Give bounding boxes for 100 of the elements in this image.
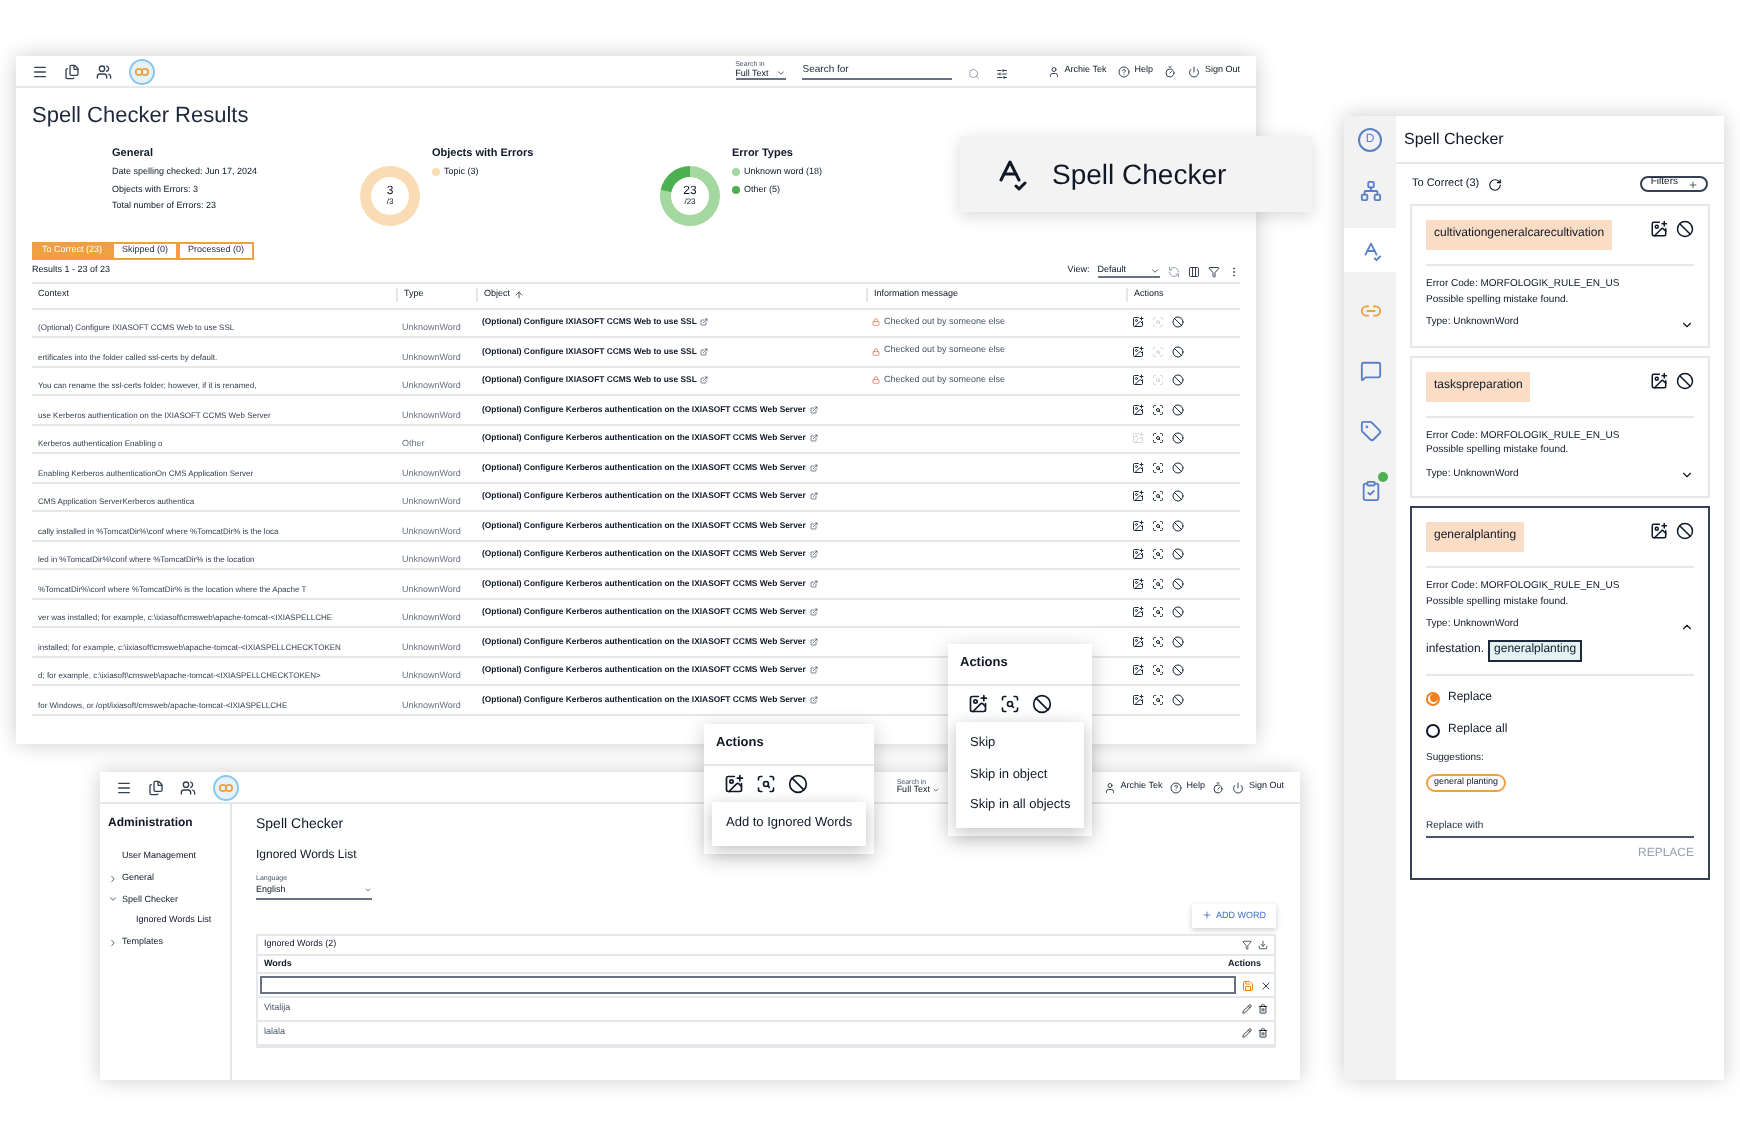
add-to-dictionary-icon[interactable] bbox=[1132, 403, 1144, 416]
add-to-dictionary-icon[interactable] bbox=[1132, 490, 1144, 503]
timer-icon[interactable] bbox=[1212, 781, 1225, 793]
search-replace-icon[interactable] bbox=[1152, 577, 1164, 590]
add-to-dictionary-icon[interactable] bbox=[1132, 664, 1144, 677]
add-to-dictionary-icon[interactable] bbox=[1132, 606, 1144, 619]
external-link-icon[interactable] bbox=[809, 579, 818, 588]
search-replace-icon[interactable] bbox=[1152, 403, 1164, 416]
chevron-down-icon[interactable] bbox=[1680, 468, 1694, 482]
add-to-dictionary-icon[interactable] bbox=[1132, 461, 1144, 474]
skip-icon[interactable] bbox=[1172, 432, 1184, 445]
external-link-icon[interactable] bbox=[700, 318, 709, 327]
tag-icon[interactable] bbox=[1359, 419, 1381, 441]
help-icon bbox=[1118, 65, 1131, 77]
edit-icon[interactable] bbox=[1242, 1028, 1252, 1039]
filter-settings-icon[interactable] bbox=[996, 68, 1009, 81]
download-icon[interactable] bbox=[1258, 940, 1268, 951]
skip-icon[interactable] bbox=[1172, 606, 1184, 619]
documents-icon[interactable] bbox=[148, 779, 164, 795]
timer-icon[interactable] bbox=[1164, 65, 1177, 77]
skip-icon[interactable] bbox=[1172, 345, 1184, 358]
external-link-icon[interactable] bbox=[809, 608, 818, 617]
skip-icon[interactable] bbox=[1172, 519, 1184, 532]
skip-icon[interactable] bbox=[1172, 403, 1184, 416]
skip-icon[interactable] bbox=[1676, 220, 1694, 239]
skip-icon[interactable] bbox=[1172, 461, 1184, 474]
checklist-icon[interactable] bbox=[1359, 479, 1381, 501]
add-to-dictionary-icon[interactable] bbox=[724, 773, 744, 794]
add-to-dictionary-icon[interactable] bbox=[1132, 316, 1144, 329]
add-to-dictionary-icon[interactable] bbox=[1132, 635, 1144, 648]
add-to-dictionary-icon[interactable] bbox=[1132, 548, 1144, 561]
comment-icon[interactable] bbox=[1359, 359, 1381, 381]
external-link-icon[interactable] bbox=[809, 405, 818, 414]
external-link-icon[interactable] bbox=[809, 695, 818, 704]
menu-icon[interactable] bbox=[32, 63, 48, 79]
add-to-dictionary-icon[interactable] bbox=[1650, 371, 1668, 390]
save-icon[interactable] bbox=[1242, 979, 1254, 992]
word-input-field[interactable] bbox=[260, 976, 1236, 995]
search-replace-icon[interactable] bbox=[1152, 461, 1164, 474]
chevron-up-icon[interactable] bbox=[1680, 619, 1694, 633]
chevron-right-icon[interactable] bbox=[108, 937, 118, 948]
radio-button[interactable] bbox=[1426, 723, 1440, 738]
external-link-icon[interactable] bbox=[809, 434, 818, 443]
user-icon bbox=[1104, 781, 1117, 793]
columns-icon[interactable] bbox=[1188, 265, 1200, 277]
close-icon[interactable] bbox=[1260, 979, 1272, 992]
external-link-icon[interactable] bbox=[809, 521, 818, 530]
skip-icon[interactable] bbox=[1676, 522, 1694, 541]
skip-icon[interactable] bbox=[1172, 316, 1184, 329]
external-link-icon[interactable] bbox=[700, 376, 709, 385]
delete-icon[interactable] bbox=[1258, 1028, 1268, 1039]
users-icon[interactable] bbox=[96, 63, 112, 79]
skip-icon[interactable] bbox=[1172, 664, 1184, 677]
search-replace-icon[interactable] bbox=[1152, 606, 1164, 619]
skip-icon[interactable] bbox=[1676, 371, 1694, 390]
search-replace-icon[interactable] bbox=[1152, 548, 1164, 561]
filter-icon[interactable] bbox=[1242, 940, 1252, 951]
search-replace-icon[interactable] bbox=[1152, 490, 1164, 503]
users-icon[interactable] bbox=[180, 779, 196, 795]
search-replace-icon[interactable] bbox=[1152, 693, 1164, 706]
search-replace-icon[interactable] bbox=[1000, 693, 1020, 714]
search-replace-icon[interactable] bbox=[1152, 519, 1164, 532]
skip-icon[interactable] bbox=[1172, 577, 1184, 590]
refresh-icon[interactable] bbox=[1487, 177, 1502, 192]
tree-icon[interactable] bbox=[1359, 179, 1381, 201]
add-to-dictionary-icon[interactable] bbox=[968, 693, 988, 714]
skip-icon[interactable] bbox=[1172, 693, 1184, 706]
external-link-icon[interactable] bbox=[809, 550, 818, 559]
add-to-dictionary-icon[interactable] bbox=[1132, 577, 1144, 590]
spell-icon[interactable] bbox=[1359, 239, 1381, 261]
edit-icon[interactable] bbox=[1242, 1004, 1252, 1015]
skip-icon[interactable] bbox=[1172, 490, 1184, 503]
skip-icon[interactable] bbox=[1172, 635, 1184, 648]
documents-icon[interactable] bbox=[64, 63, 80, 79]
menu-icon[interactable] bbox=[116, 779, 132, 795]
add-to-dictionary-icon[interactable] bbox=[1132, 374, 1144, 387]
radio-button[interactable] bbox=[1426, 691, 1440, 706]
skip-icon[interactable] bbox=[1172, 374, 1184, 387]
delete-icon[interactable] bbox=[1258, 1004, 1268, 1015]
add-to-dictionary-icon[interactable] bbox=[1132, 693, 1144, 706]
search-replace-icon[interactable] bbox=[1152, 635, 1164, 648]
filter-icon[interactable] bbox=[1208, 265, 1220, 277]
add-to-dictionary-icon[interactable] bbox=[1132, 345, 1144, 358]
skip-icon[interactable] bbox=[1172, 548, 1184, 561]
external-link-icon[interactable] bbox=[809, 666, 818, 675]
chevron-right-icon[interactable] bbox=[108, 873, 118, 884]
search-replace-icon[interactable] bbox=[1152, 664, 1164, 677]
chevron-down-icon[interactable] bbox=[1680, 317, 1694, 331]
add-to-dictionary-icon[interactable] bbox=[1650, 522, 1668, 541]
add-to-dictionary-icon[interactable] bbox=[1650, 220, 1668, 239]
search-replace-icon[interactable] bbox=[756, 773, 776, 794]
external-link-icon[interactable] bbox=[700, 347, 709, 356]
external-link-icon[interactable] bbox=[809, 637, 818, 646]
external-link-icon[interactable] bbox=[809, 492, 818, 501]
skip-icon[interactable] bbox=[1032, 693, 1052, 714]
add-to-dictionary-icon[interactable] bbox=[1132, 519, 1144, 532]
external-link-icon[interactable] bbox=[809, 463, 818, 472]
skip-icon[interactable] bbox=[788, 773, 808, 794]
search-replace-icon[interactable] bbox=[1152, 432, 1164, 445]
sort-up-icon[interactable] bbox=[514, 290, 525, 300]
